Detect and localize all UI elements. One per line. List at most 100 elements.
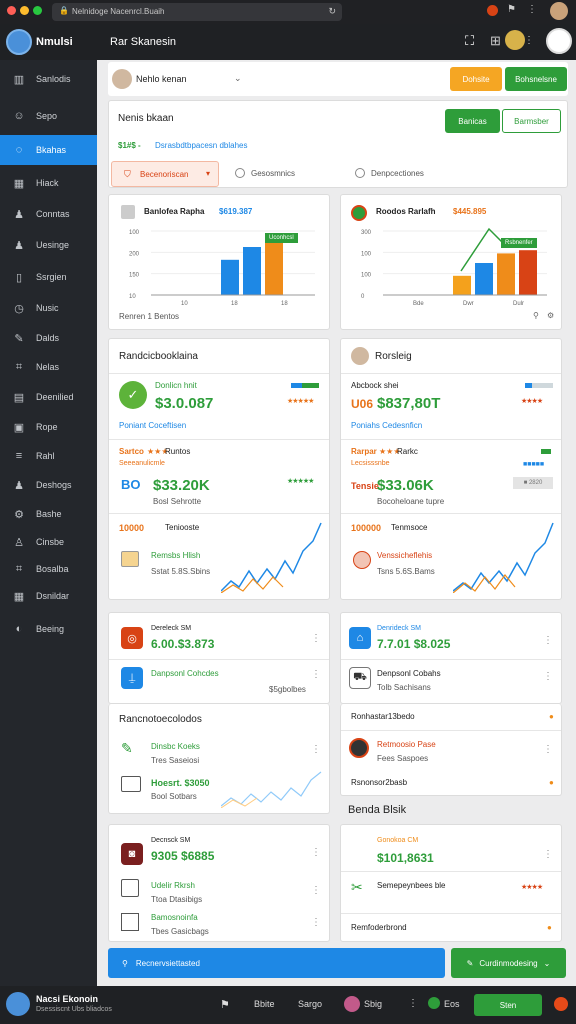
reload-icon[interactable]: ↻ [328, 6, 336, 17]
user-avatar-small[interactable] [112, 69, 132, 89]
x-tick-label: 18 [281, 301, 288, 307]
chart2-badge: Rsbnenfer [501, 238, 537, 248]
close-dot[interactable] [7, 6, 16, 15]
sidebar-item-label: Dalds [36, 333, 60, 343]
more-icon[interactable]: ⋮ [311, 847, 321, 858]
bottom-green-button[interactable]: Sten [474, 994, 542, 1016]
sidebar-item-9[interactable]: ⌗ Nelas [0, 352, 97, 382]
url-bar[interactable]: 🔒 Nelnidoge Nacenrcl.Buaih ↻ [52, 3, 342, 21]
bottom-avatar[interactable] [6, 992, 30, 1016]
sidebar-item-17[interactable]: ▦ Dsnildar [0, 581, 97, 611]
orange-action-button[interactable]: Dohsite [450, 67, 502, 91]
minimize-dot[interactable] [20, 6, 29, 15]
maximize-dot[interactable] [33, 6, 42, 15]
app-avatar[interactable] [6, 29, 32, 55]
sidebar-item-2[interactable]: ◌ Bkahas [0, 135, 97, 165]
more-icon[interactable]: ⋮ [543, 635, 553, 646]
s1-stars: ★★★★★ [287, 398, 314, 405]
sitemap-icon[interactable]: ⛶ [465, 33, 474, 49]
more-icon[interactable]: ⋮ [408, 998, 418, 1009]
secondary-footer-button[interactable]: ✎ Curdinmodesing ⌄ [451, 948, 566, 978]
bookmark-icon[interactable]: ⚑ [507, 4, 516, 15]
more-icon[interactable]: ⋮ [543, 849, 553, 860]
coin-icon[interactable] [505, 30, 525, 50]
list-icon: ≡ [15, 450, 23, 462]
building-icon: ▦ [13, 177, 25, 190]
sidebar-item-11[interactable]: ▣ Rope [0, 412, 97, 442]
sidebar-item-3[interactable]: ▦ Hiack [0, 168, 97, 198]
more-icon[interactable]: ⋮ [311, 917, 321, 928]
radio-1[interactable] [235, 168, 245, 178]
sidebar-item-label: Beeing [36, 624, 65, 634]
radio-2[interactable] [355, 168, 365, 178]
panel-subtitle: Dsrasbdtbpacesn dblahes [155, 141, 248, 150]
bottom-end-icon[interactable] [554, 997, 568, 1011]
user-avatar[interactable] [546, 28, 572, 54]
bottom-item-3[interactable]: Sbig [364, 999, 382, 1009]
sidebar-item-18[interactable]: ◐ Beeing [0, 614, 97, 644]
row-title: Semepeynbees ble [377, 881, 446, 890]
more-icon[interactable]: ⋮ [543, 671, 553, 682]
gift-icon[interactable]: ⊞ [490, 33, 501, 49]
list-card-3: Rancnotoecolodos ✎ Dinsbc Koeks Tres Sas… [108, 704, 330, 814]
filter-label: Becenoriscan [140, 170, 189, 179]
filter-select[interactable]: ⛉ Becenoriscan ▾ [111, 161, 219, 187]
radio-1-label: Gesosmnics [251, 169, 296, 178]
row-title: Gonokoa CM [377, 837, 419, 844]
tag-icon: ⌗ [15, 562, 23, 575]
sidebar-item-16[interactable]: ⌗ Bosalba [0, 554, 97, 584]
chevron-down-icon[interactable]: ⌄ [234, 73, 242, 84]
menu-icon[interactable]: ⋮ [527, 4, 537, 15]
top-bar: Nmulsi Rar Skanesin ⛶ ⊞ ⋮ [0, 24, 576, 60]
search-icon[interactable]: ⚲ [533, 311, 539, 320]
section2-title: Rorsleig [375, 351, 412, 362]
sidebar-item-6[interactable]: ▯ Ssrgien [0, 262, 97, 292]
s1-rating-label: Runtos [165, 447, 191, 456]
y-tick-label: 10 [129, 294, 136, 300]
panel-button-2[interactable]: Barmsber [502, 109, 561, 133]
sidebar-item-8[interactable]: ✎ Dalds [0, 323, 97, 353]
more-icon[interactable]: ⋮ [311, 744, 321, 755]
primary-footer-button[interactable]: ⚲ Recnervsiettasted [108, 948, 445, 978]
panel-button-1[interactable]: Banicas [445, 109, 500, 133]
bottom-item-2[interactable]: Sargo [298, 999, 322, 1009]
green-action-button[interactable]: Bohsnelsne [505, 67, 567, 91]
row-title: Retmoosio Pase [377, 740, 436, 749]
s2-link[interactable]: Poniahs Cedesnficn [351, 421, 422, 430]
x-tick-label: Dwr [463, 301, 474, 307]
more-icon[interactable]: ⋮ [311, 633, 321, 644]
more-icon[interactable]: ⋮ [543, 744, 553, 755]
more-icon[interactable]: ⋮ [524, 35, 534, 46]
s2-spark-sub: Tsns 5.6S.Bams [377, 567, 435, 576]
s1-rating-text: Sartco [119, 447, 144, 456]
sidebar-item-13[interactable]: ♟ Deshogs [0, 470, 97, 500]
extension-icon[interactable] [487, 5, 498, 16]
s2-indicator [541, 449, 551, 454]
more-icon[interactable]: ⋮ [311, 885, 321, 896]
more-icon[interactable]: ⋮ [311, 669, 321, 680]
book-icon: ▯ [15, 271, 23, 284]
s1-link[interactable]: Poniant Coceftisen [119, 421, 186, 430]
row-sub: Bool Sotbars [151, 792, 197, 801]
bottom-avatar-2[interactable] [344, 996, 360, 1012]
bottom-bar: Nacsi Ekonoin Dsessiscnt Ubs bliadcos ⚑ … [0, 986, 576, 1024]
sidebar-item-1[interactable]: ☺ Sepo [0, 101, 97, 131]
sidebar-item-5[interactable]: ♟ Uesinge [0, 230, 97, 260]
profile-avatar[interactable] [550, 2, 568, 20]
sidebar-item-0[interactable]: ▥ Sanlodis [0, 64, 97, 94]
header-strip: Nehlo kenan ⌄ Dohsite Bohsnelsne [108, 62, 568, 96]
sidebar-item-10[interactable]: ▤ Deenilied [0, 382, 97, 412]
section-2: Rorsleig Abcbock shei U06 $837,80T ★★★★ … [340, 338, 562, 600]
sidebar-item-15[interactable]: ♙ Cinsbe [0, 527, 97, 557]
sidebar-item-12[interactable]: ≡ Rahl [0, 441, 97, 471]
s2-rating-text: Rarpar [351, 447, 377, 456]
bottom-item-4[interactable]: Eos [444, 999, 460, 1009]
sidebar-item-label: Sanlodis [36, 74, 71, 84]
flag-icon[interactable]: ⚑ [220, 998, 230, 1011]
bottom-item-1[interactable]: Bbite [254, 999, 275, 1009]
sidebar-item-4[interactable]: ♟ Conntas [0, 199, 97, 229]
sidebar-item-7[interactable]: ◷ Nusic [0, 293, 97, 323]
gear-icon[interactable]: ⚙ [547, 311, 554, 320]
sidebar-item-14[interactable]: ⚙ Bashe [0, 499, 97, 529]
row-title: Dinsbc Koeks [151, 742, 200, 751]
